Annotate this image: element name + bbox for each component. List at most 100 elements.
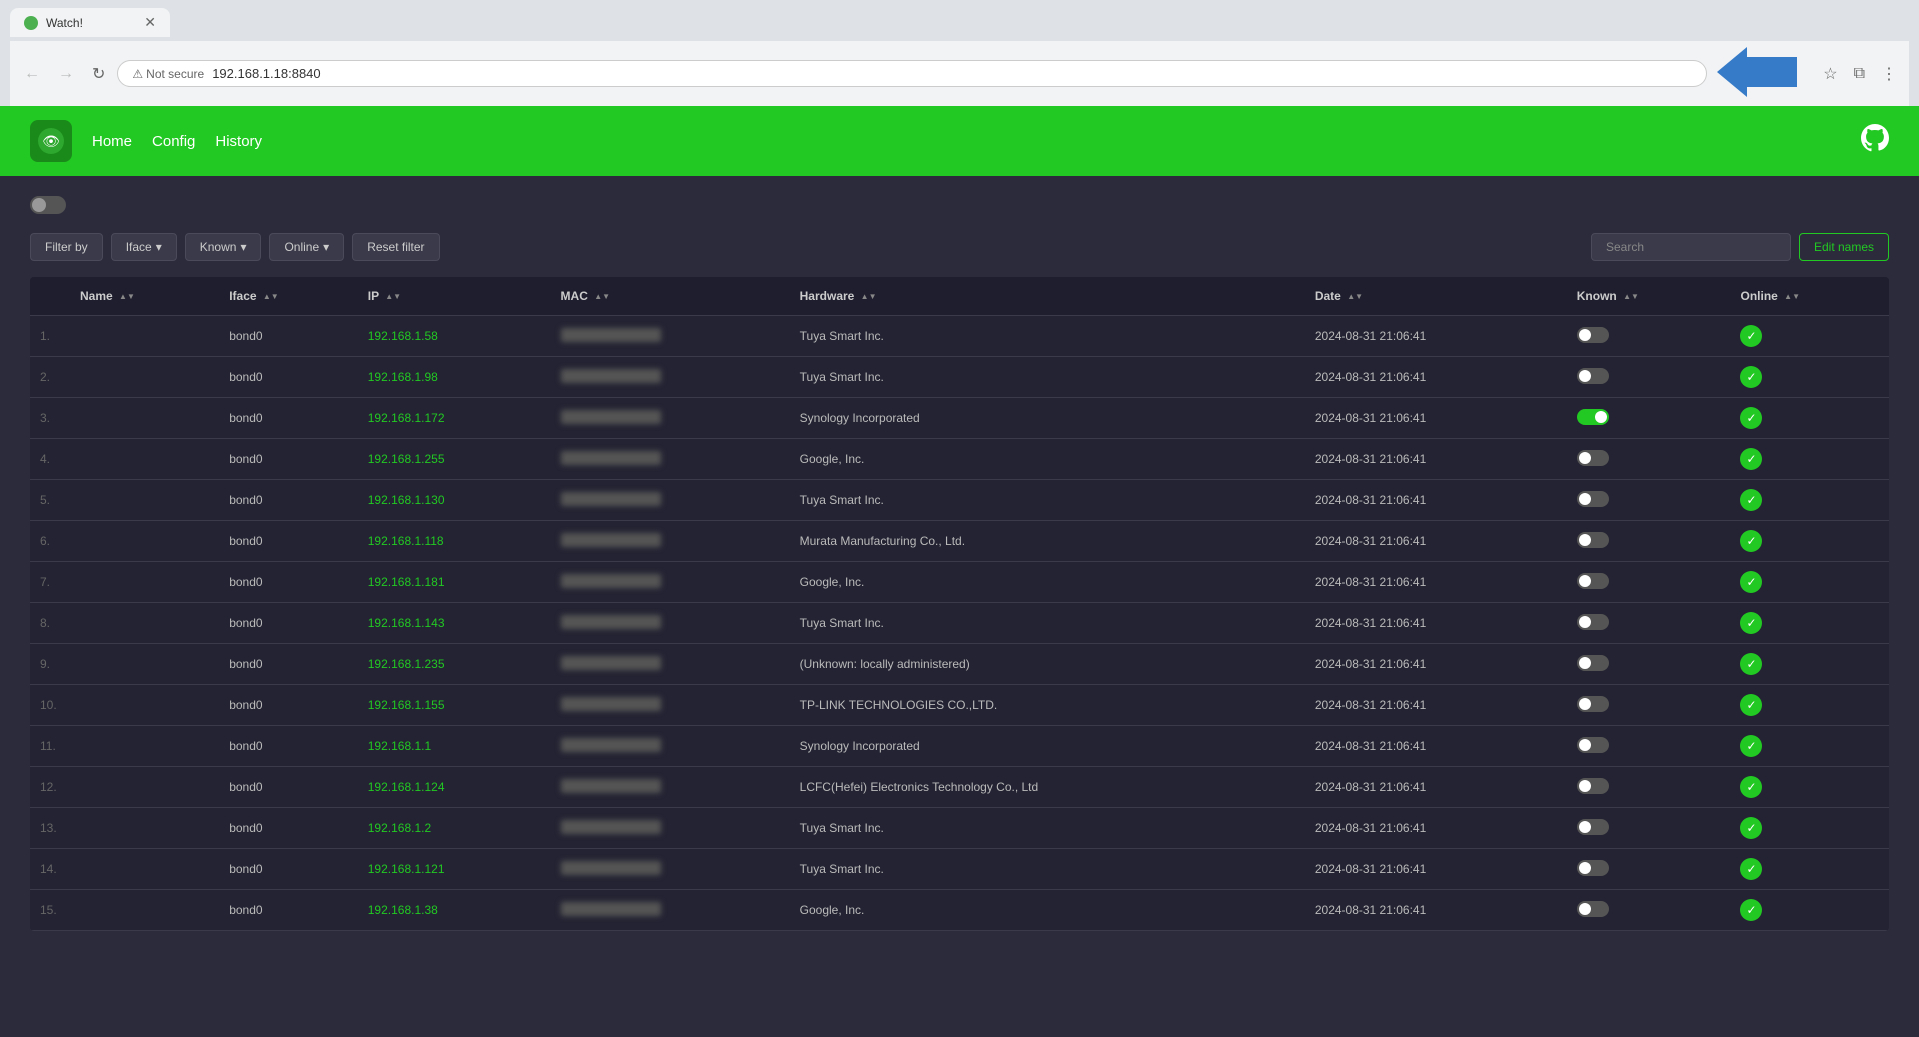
known-toggle[interactable] bbox=[1577, 327, 1609, 343]
row-ip[interactable]: 192.168.1.255 bbox=[358, 439, 551, 480]
row-known[interactable] bbox=[1567, 521, 1731, 562]
nav-history[interactable]: History bbox=[215, 133, 262, 150]
row-known[interactable] bbox=[1567, 890, 1731, 931]
col-known[interactable]: Known ▲▼ bbox=[1567, 277, 1731, 316]
bookmark-icon[interactable]: ☆ bbox=[1819, 60, 1841, 88]
reload-button[interactable]: ↻ bbox=[86, 62, 111, 86]
row-known[interactable] bbox=[1567, 357, 1731, 398]
col-date[interactable]: Date ▲▼ bbox=[1305, 277, 1567, 316]
browser-toolbar: ← → ↻ ⚠ Not secure 192.168.1.18:8840 ☆ ⧉… bbox=[10, 41, 1909, 106]
row-ip[interactable]: 192.168.1.38 bbox=[358, 890, 551, 931]
row-online bbox=[1730, 849, 1889, 890]
browser-tab[interactable]: Watch! ✕ bbox=[10, 8, 170, 37]
iface-button[interactable]: Iface ▾ bbox=[111, 233, 177, 261]
row-known[interactable] bbox=[1567, 644, 1731, 685]
filter-by-button[interactable]: Filter by bbox=[30, 233, 103, 261]
row-ip[interactable]: 192.168.1.181 bbox=[358, 562, 551, 603]
known-toggle[interactable] bbox=[1577, 450, 1609, 466]
row-num: 1. bbox=[30, 316, 70, 357]
back-button[interactable]: ← bbox=[18, 63, 46, 85]
known-toggle[interactable] bbox=[1577, 737, 1609, 753]
known-toggle[interactable] bbox=[1577, 819, 1609, 835]
known-toggle[interactable] bbox=[1577, 573, 1609, 589]
col-iface[interactable]: Iface ▲▼ bbox=[219, 277, 358, 316]
extensions-icon[interactable]: ⧉ bbox=[1850, 61, 1869, 87]
row-mac bbox=[551, 644, 790, 685]
row-ip[interactable]: 192.168.1.118 bbox=[358, 521, 551, 562]
col-num bbox=[30, 277, 70, 316]
row-ip[interactable]: 192.168.1.172 bbox=[358, 398, 551, 439]
row-known[interactable] bbox=[1567, 398, 1731, 439]
row-hardware: TP-LINK TECHNOLOGIES CO.,LTD. bbox=[790, 685, 1305, 726]
row-known[interactable] bbox=[1567, 439, 1731, 480]
row-ip[interactable]: 192.168.1.124 bbox=[358, 767, 551, 808]
row-known[interactable] bbox=[1567, 808, 1731, 849]
row-known[interactable] bbox=[1567, 849, 1731, 890]
row-known[interactable] bbox=[1567, 767, 1731, 808]
known-toggle[interactable] bbox=[1577, 901, 1609, 917]
nav-home[interactable]: Home bbox=[92, 133, 132, 150]
main-toggle[interactable] bbox=[30, 196, 66, 214]
known-toggle[interactable] bbox=[1577, 655, 1609, 671]
row-ip[interactable]: 192.168.1.98 bbox=[358, 357, 551, 398]
row-num: 11. bbox=[30, 726, 70, 767]
row-ip[interactable]: 192.168.1.235 bbox=[358, 644, 551, 685]
online-button[interactable]: Online ▾ bbox=[269, 233, 344, 261]
col-mac[interactable]: MAC ▲▼ bbox=[551, 277, 790, 316]
row-mac bbox=[551, 480, 790, 521]
reset-filter-button[interactable]: Reset filter bbox=[352, 233, 439, 261]
col-hardware[interactable]: Hardware ▲▼ bbox=[790, 277, 1305, 316]
row-known[interactable] bbox=[1567, 603, 1731, 644]
known-toggle[interactable] bbox=[1577, 778, 1609, 794]
table-row: 7. bond0 192.168.1.181 Google, Inc. 2024… bbox=[30, 562, 1889, 603]
row-ip[interactable]: 192.168.1.58 bbox=[358, 316, 551, 357]
known-toggle[interactable] bbox=[1577, 614, 1609, 630]
nav-config[interactable]: Config bbox=[152, 133, 195, 150]
tab-close-button[interactable]: ✕ bbox=[144, 14, 156, 31]
row-known[interactable] bbox=[1567, 685, 1731, 726]
row-online bbox=[1730, 808, 1889, 849]
forward-button[interactable]: → bbox=[52, 63, 80, 85]
table-row: 14. bond0 192.168.1.121 Tuya Smart Inc. … bbox=[30, 849, 1889, 890]
row-known[interactable] bbox=[1567, 480, 1731, 521]
edit-names-button[interactable]: Edit names bbox=[1799, 233, 1889, 261]
row-ip[interactable]: 192.168.1.155 bbox=[358, 685, 551, 726]
row-num: 4. bbox=[30, 439, 70, 480]
known-toggle[interactable] bbox=[1577, 532, 1609, 548]
col-name[interactable]: Name ▲▼ bbox=[70, 277, 219, 316]
row-ip[interactable]: 192.168.1.2 bbox=[358, 808, 551, 849]
row-iface: bond0 bbox=[219, 685, 358, 726]
row-ip[interactable]: 192.168.1.121 bbox=[358, 849, 551, 890]
known-toggle[interactable] bbox=[1577, 491, 1609, 507]
menu-icon[interactable]: ⋮ bbox=[1877, 60, 1901, 88]
app-header: 👁 Home Config History bbox=[0, 106, 1919, 176]
row-mac bbox=[551, 521, 790, 562]
online-badge bbox=[1740, 407, 1762, 429]
table-row: 4. bond0 192.168.1.255 Google, Inc. 2024… bbox=[30, 439, 1889, 480]
online-badge bbox=[1740, 776, 1762, 798]
search-input[interactable] bbox=[1591, 233, 1791, 261]
row-ip[interactable]: 192.168.1.130 bbox=[358, 480, 551, 521]
row-known[interactable] bbox=[1567, 562, 1731, 603]
known-toggle[interactable] bbox=[1577, 409, 1609, 425]
known-toggle[interactable] bbox=[1577, 696, 1609, 712]
known-button[interactable]: Known ▾ bbox=[185, 233, 262, 261]
online-badge bbox=[1740, 817, 1762, 839]
row-name bbox=[70, 480, 219, 521]
row-name bbox=[70, 562, 219, 603]
col-online[interactable]: Online ▲▼ bbox=[1730, 277, 1889, 316]
row-online bbox=[1730, 726, 1889, 767]
known-toggle[interactable] bbox=[1577, 860, 1609, 876]
main-content: Filter by Iface ▾ Known ▾ Online ▾ Reset… bbox=[0, 176, 1919, 1037]
row-known[interactable] bbox=[1567, 316, 1731, 357]
address-bar[interactable]: ⚠ Not secure 192.168.1.18:8840 bbox=[117, 60, 1707, 87]
row-ip[interactable]: 192.168.1.1 bbox=[358, 726, 551, 767]
row-ip[interactable]: 192.168.1.143 bbox=[358, 603, 551, 644]
known-toggle[interactable] bbox=[1577, 368, 1609, 384]
github-icon[interactable] bbox=[1861, 124, 1889, 159]
table-row: 1. bond0 192.168.1.58 Tuya Smart Inc. 20… bbox=[30, 316, 1889, 357]
row-known[interactable] bbox=[1567, 726, 1731, 767]
row-hardware: Google, Inc. bbox=[790, 562, 1305, 603]
col-ip[interactable]: IP ▲▼ bbox=[358, 277, 551, 316]
row-online bbox=[1730, 398, 1889, 439]
